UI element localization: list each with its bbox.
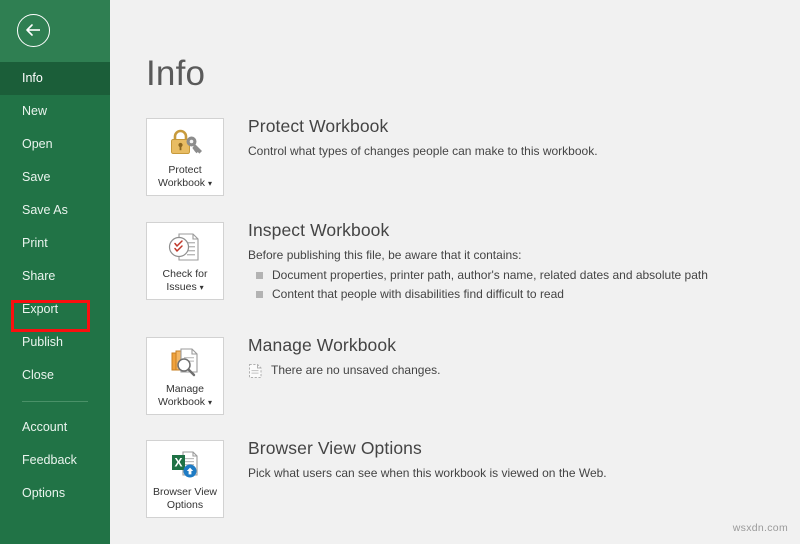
inspect-workbook-heading: Inspect Workbook (248, 220, 390, 240)
sidebar-item-export[interactable]: Export (0, 293, 110, 326)
protect-workbook-button[interactable]: Protect Workbook ▾ (146, 118, 224, 196)
unsaved-document-icon (248, 363, 263, 384)
protect-workbook-button-label: Protect Workbook ▾ (157, 164, 212, 189)
manage-workbook-body: Manage Workbook There are no unsaved cha… (248, 335, 768, 384)
sidebar-item-label: Close (22, 368, 54, 382)
back-button-band (0, 0, 110, 62)
sidebar-item-feedback[interactable]: Feedback (0, 444, 110, 477)
sidebar-item-account[interactable]: Account (0, 411, 110, 444)
manage-workbook-note: There are no unsaved changes. (248, 362, 768, 384)
sidebar-item-label: Share (22, 269, 56, 283)
protect-workbook-body: Protect Workbook Control what types of c… (248, 116, 768, 159)
sidebar-item-close[interactable]: Close (0, 359, 110, 392)
sidebar-item-label: New (22, 104, 48, 118)
document-check-icon (165, 228, 205, 266)
document-stack-magnifier-icon (165, 343, 205, 381)
watermark: wsxdn.com (732, 522, 788, 534)
sidebar-item-publish[interactable]: Publish (0, 326, 110, 359)
browser-view-options-button[interactable]: X Browser View Options (146, 440, 224, 518)
list-item: Document properties, printer path, autho… (248, 267, 768, 283)
browser-view-options-button-label: Browser View Options (153, 486, 217, 511)
sidebar-item-label: Print (22, 236, 48, 250)
sidebar-item-share[interactable]: Share (0, 260, 110, 293)
sidebar-divider (22, 401, 88, 402)
sidebar-item-label: Save (22, 170, 51, 184)
sidebar-item-new[interactable]: New (0, 95, 110, 128)
backstage-screen: Info New Open Save Save As Print Share E… (0, 0, 800, 544)
manage-workbook-button-label: Manage Workbook ▾ (157, 383, 212, 408)
sidebar-item-options[interactable]: Options (0, 477, 110, 510)
browser-view-options-description: Pick what users can see when this workbo… (248, 466, 607, 480)
check-for-issues-button[interactable]: Check for Issues ▾ (146, 222, 224, 300)
padlock-key-icon (165, 124, 205, 162)
browser-view-options-body: Browser View Options Pick what users can… (248, 438, 768, 481)
sidebar-item-label: Open (22, 137, 53, 151)
manage-workbook-note-text: There are no unsaved changes. (271, 363, 441, 377)
manage-workbook-heading: Manage Workbook (248, 335, 397, 355)
sidebar-item-open[interactable]: Open (0, 128, 110, 161)
sidebar-item-label: Options (22, 486, 66, 500)
sidebar-item-save[interactable]: Save (0, 161, 110, 194)
svg-text:X: X (174, 456, 182, 470)
sidebar-item-label: Account (22, 420, 68, 434)
sidebar-item-label: Publish (22, 335, 63, 349)
manage-workbook-button[interactable]: Manage Workbook ▾ (146, 337, 224, 415)
backstage-nav: Info New Open Save Save As Print Share E… (0, 62, 110, 510)
inspect-workbook-bullet-list: Document properties, printer path, autho… (248, 267, 768, 302)
back-arrow-icon[interactable] (17, 14, 50, 47)
browser-view-options-heading: Browser View Options (248, 438, 422, 458)
list-item: Content that people with disabilities fi… (248, 286, 768, 302)
protect-workbook-heading: Protect Workbook (248, 116, 389, 136)
sidebar-item-label: Save As (22, 203, 68, 217)
excel-web-upload-icon: X (165, 446, 205, 484)
sidebar-item-save-as[interactable]: Save As (0, 194, 110, 227)
check-for-issues-button-label: Check for Issues ▾ (162, 268, 208, 293)
page-title: Info (146, 54, 206, 93)
backstage-sidebar: Info New Open Save Save As Print Share E… (0, 0, 110, 544)
sidebar-item-label: Feedback (22, 453, 77, 467)
inspect-workbook-description: Before publishing this file, be aware th… (248, 248, 522, 262)
protect-workbook-description: Control what types of changes people can… (248, 144, 598, 158)
backstage-content: Info Protect Workbook ▾ Protect Workbook… (110, 0, 800, 544)
sidebar-item-label: Export (22, 302, 59, 316)
inspect-workbook-body: Inspect Workbook Before publishing this … (248, 220, 768, 305)
sidebar-item-print[interactable]: Print (0, 227, 110, 260)
sidebar-item-label: Info (22, 71, 43, 85)
sidebar-item-info[interactable]: Info (0, 62, 110, 95)
